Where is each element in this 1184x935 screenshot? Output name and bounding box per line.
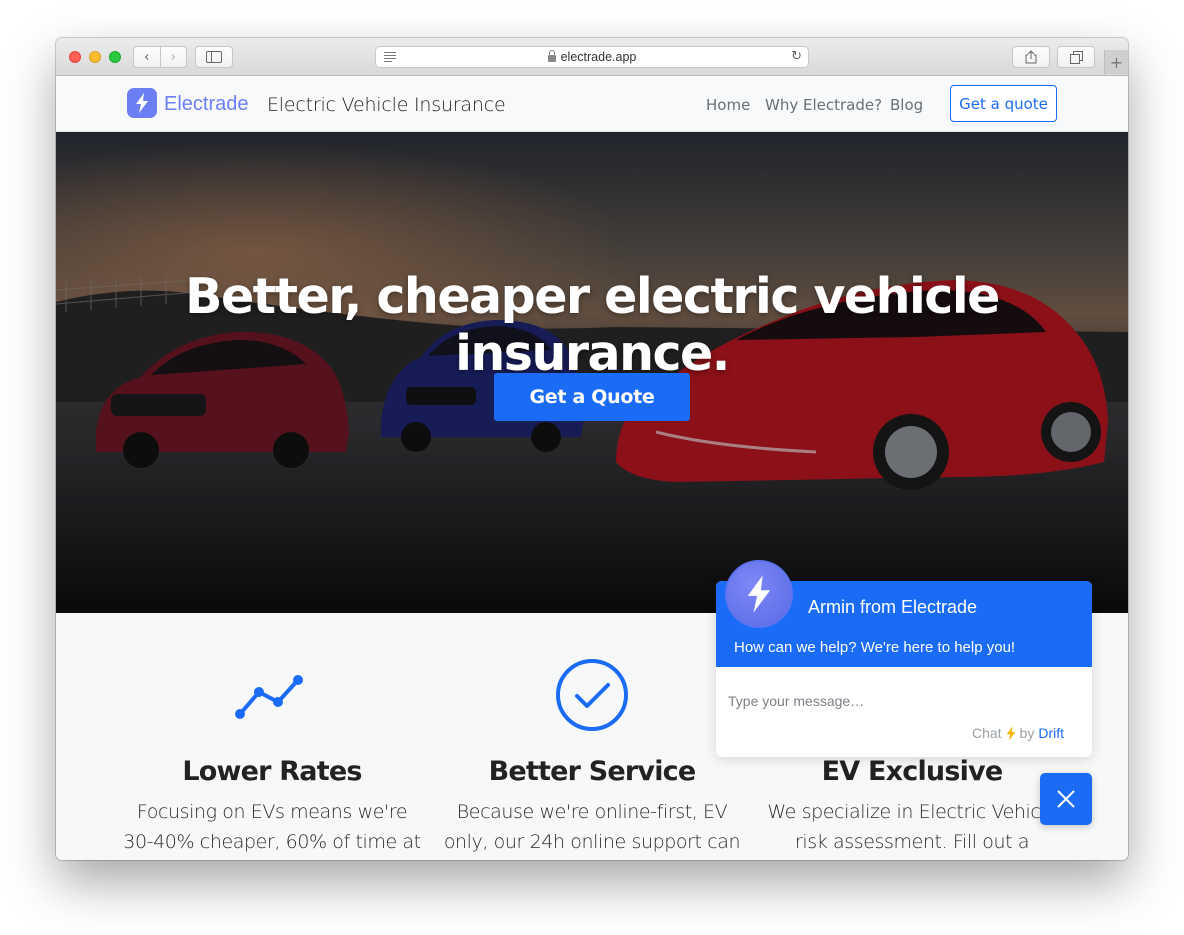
new-tab-button[interactable]: + bbox=[1104, 50, 1128, 74]
chat-footer-prefix: Chat bbox=[971, 725, 1002, 741]
brand-logo[interactable] bbox=[127, 88, 157, 118]
hero-get-quote-button[interactable]: Get a Quote bbox=[494, 373, 690, 421]
bolt-icon bbox=[136, 93, 148, 113]
hero-section: Better, cheaper electric vehicle insuran… bbox=[56, 132, 1128, 613]
browser-window: ‹ › electrade.app ↻ + Electrade Electric… bbox=[56, 38, 1128, 860]
share-button[interactable] bbox=[1012, 46, 1050, 68]
forward-icon[interactable]: › bbox=[159, 47, 187, 67]
chat-powered-by[interactable]: Chat by Drift bbox=[972, 725, 1064, 741]
site-header: Electrade Electric Vehicle Insurance Hom… bbox=[56, 76, 1128, 132]
feature-title: Lower Rates bbox=[182, 756, 362, 787]
chat-footer-by: by bbox=[1019, 725, 1035, 741]
close-icon bbox=[1057, 790, 1075, 808]
chat-widget: Armin from Electrade How can we help? We… bbox=[716, 560, 1092, 757]
get-quote-button[interactable]: Get a quote bbox=[950, 85, 1057, 122]
nav-link-home[interactable]: Home bbox=[706, 96, 750, 114]
minimize-window-button[interactable] bbox=[89, 51, 101, 63]
back-icon[interactable]: ‹ bbox=[134, 47, 160, 67]
hero-title: Better, cheaper electric vehicle insuran… bbox=[185, 268, 1000, 382]
nav-link-blog[interactable]: Blog bbox=[890, 96, 923, 114]
browser-toolbar: ‹ › electrade.app ↻ + bbox=[56, 38, 1128, 76]
chat-message-input[interactable] bbox=[728, 691, 1068, 711]
sidebar-icon bbox=[206, 51, 222, 63]
check-circle-icon bbox=[556, 659, 628, 731]
history-nav: ‹ › bbox=[133, 46, 187, 68]
drift-link[interactable]: Drift bbox=[1038, 725, 1064, 741]
site-tagline: Electric Vehicle Insurance bbox=[267, 94, 506, 116]
trend-line-icon bbox=[235, 675, 303, 719]
chat-close-button[interactable] bbox=[1040, 773, 1092, 825]
tabs-icon bbox=[1069, 50, 1083, 64]
reload-icon[interactable]: ↻ bbox=[791, 49, 802, 64]
feature-text: Focusing on EVs means we're 30-40% cheap… bbox=[123, 801, 421, 853]
lightning-icon bbox=[1006, 725, 1015, 741]
close-window-button[interactable] bbox=[69, 51, 81, 63]
chat-agent-name: Armin from Electrade bbox=[808, 597, 978, 617]
tabs-overview-button[interactable] bbox=[1057, 46, 1095, 68]
reader-icon[interactable] bbox=[384, 52, 396, 64]
zoom-window-button[interactable] bbox=[109, 51, 121, 63]
chat-subtitle: How can we help? We're here to help you! bbox=[734, 639, 1016, 656]
feature-title: EV Exclusive bbox=[821, 756, 1004, 787]
feature-title: Better Service bbox=[488, 756, 697, 787]
feature-text: We specialize in Electric Vehicle risk a… bbox=[767, 801, 1057, 853]
chat-avatar bbox=[725, 560, 793, 628]
lock-icon bbox=[547, 49, 556, 62]
bolt-icon bbox=[747, 575, 771, 613]
feature-text: Because we're online-first, EV only, our… bbox=[443, 801, 741, 853]
url-text: electrade.app bbox=[560, 50, 637, 64]
sidebar-toggle-button[interactable] bbox=[195, 46, 233, 68]
brand-name[interactable]: Electrade bbox=[164, 93, 249, 116]
share-icon bbox=[1025, 50, 1037, 64]
address-bar[interactable]: electrade.app ↻ bbox=[375, 46, 809, 68]
nav-link-why-electrade[interactable]: Why Electrade? bbox=[765, 96, 882, 114]
